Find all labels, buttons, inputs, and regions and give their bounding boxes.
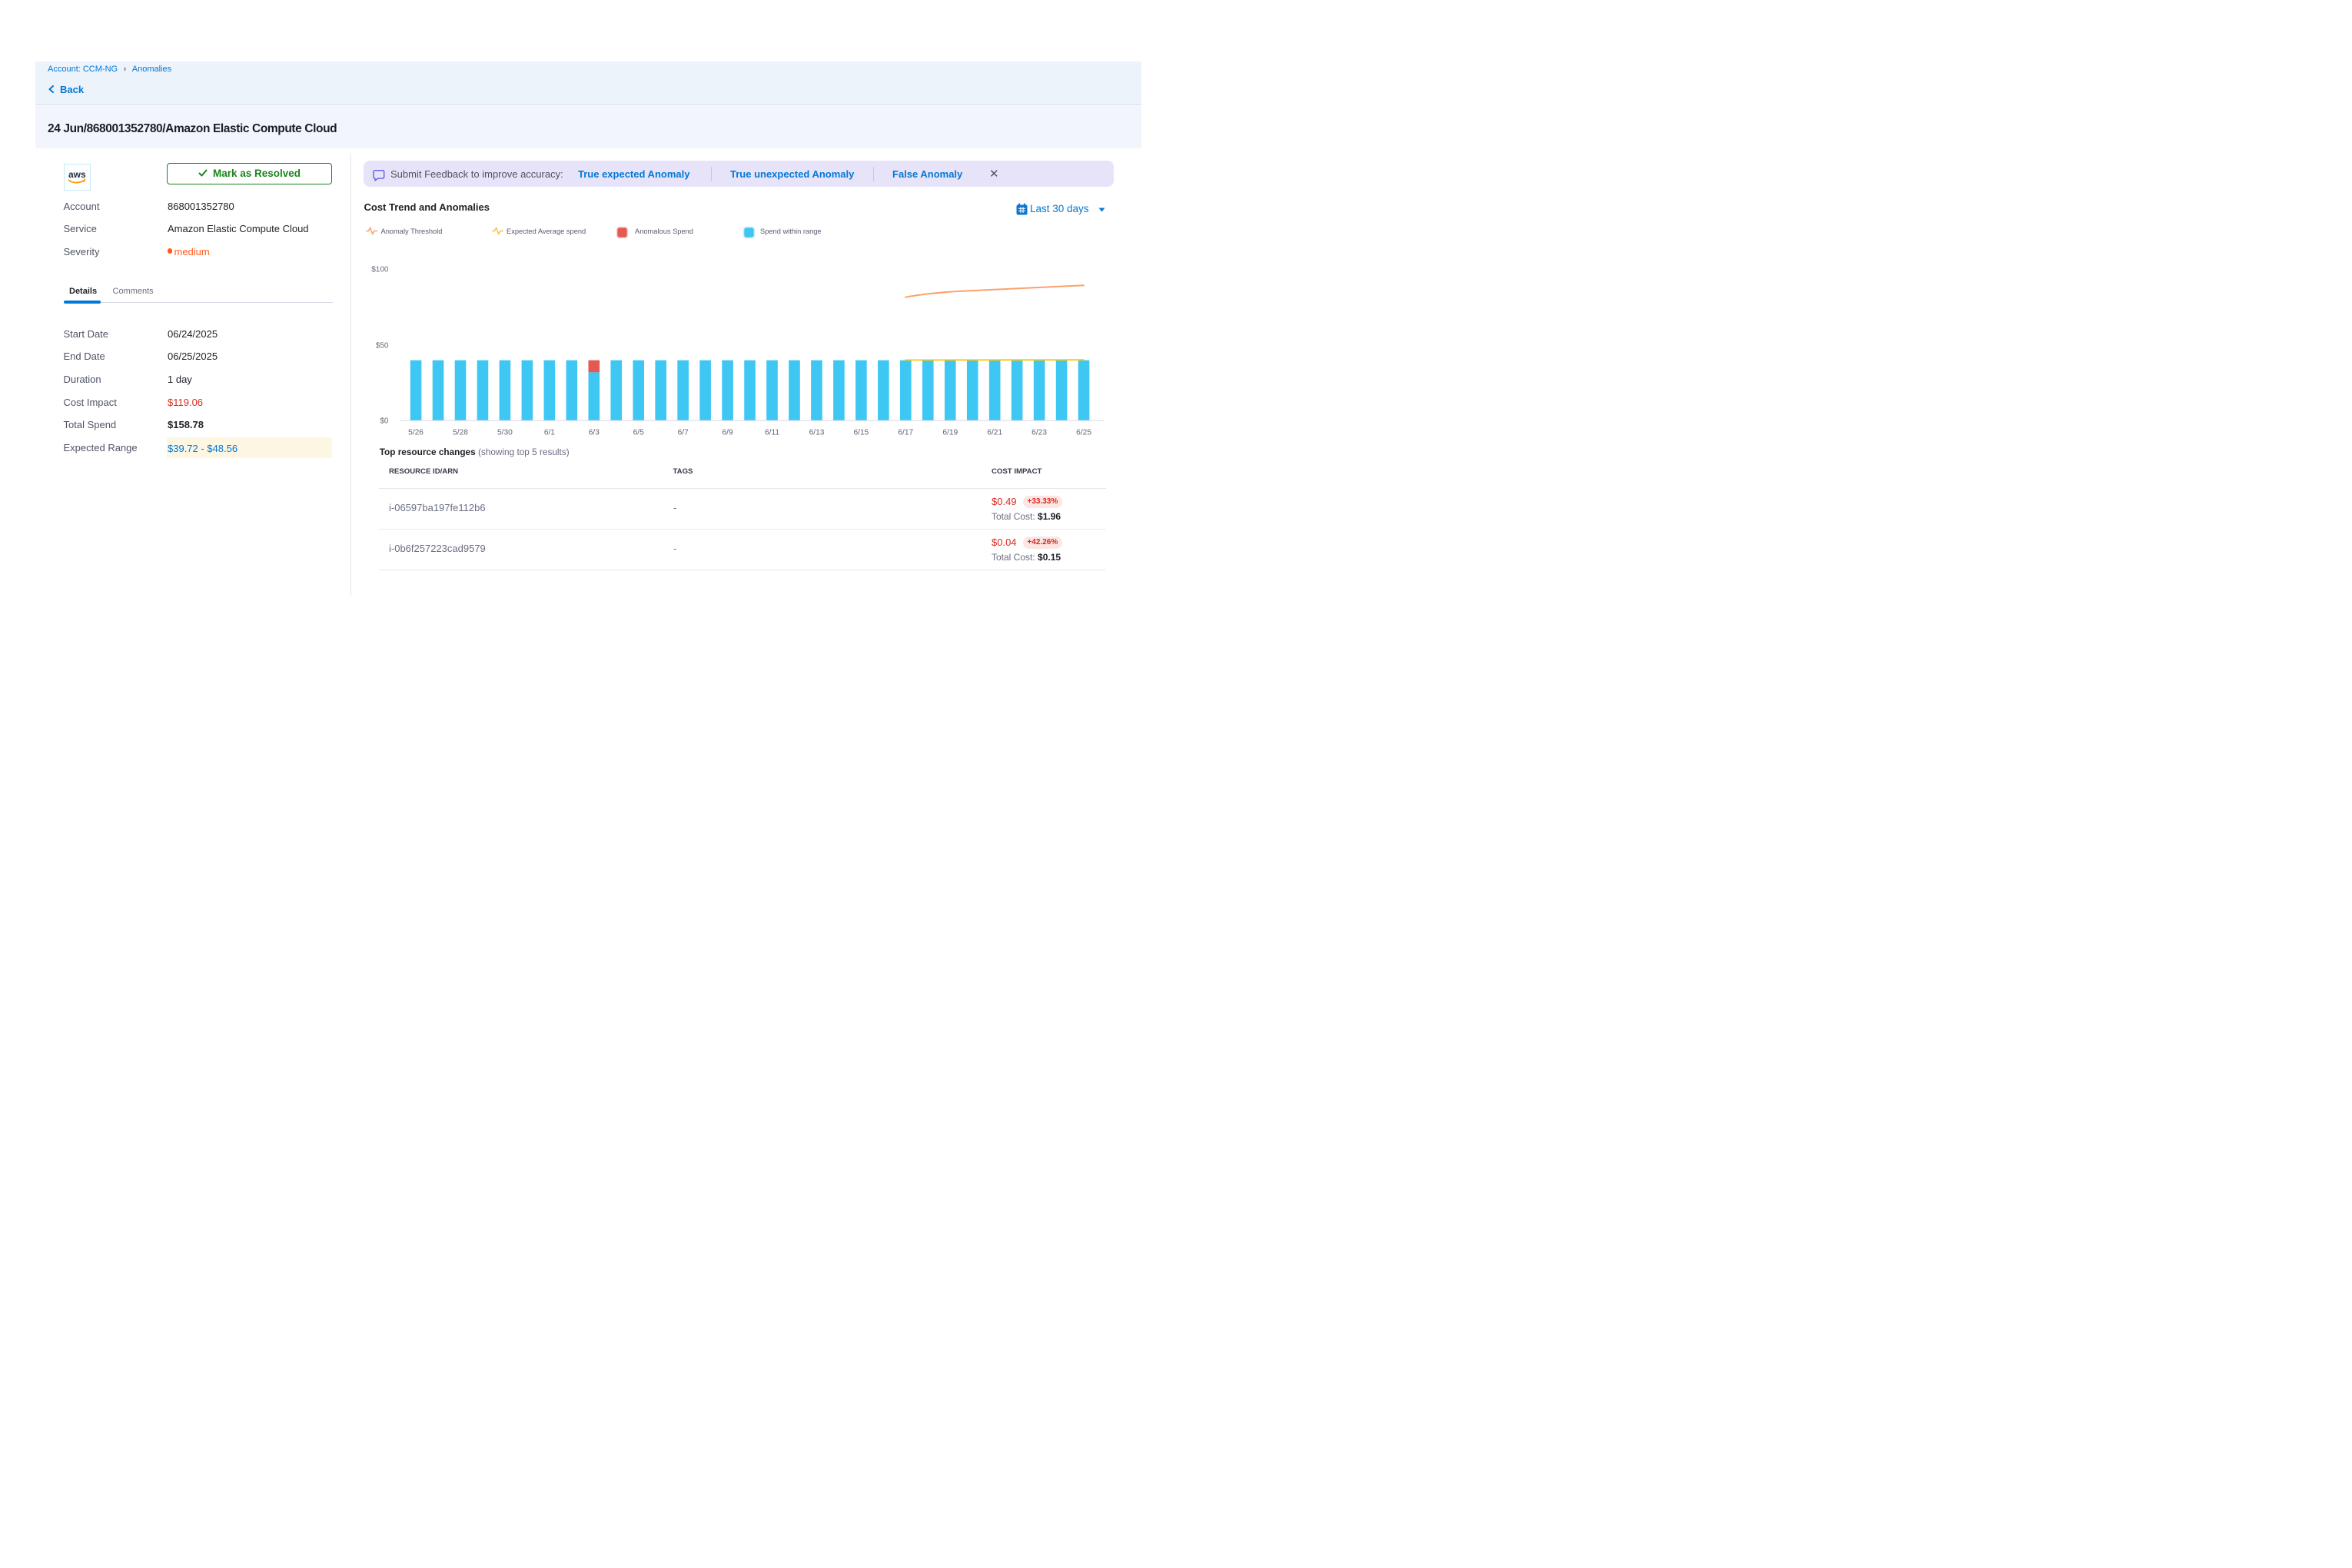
svg-text:6/3: 6/3 xyxy=(589,428,600,437)
svg-text:6/5: 6/5 xyxy=(633,428,644,437)
svg-text:5/30: 5/30 xyxy=(497,428,513,437)
svg-text:6/7: 6/7 xyxy=(678,428,689,437)
svg-text:6/9: 6/9 xyxy=(723,428,733,437)
svg-text:6/19: 6/19 xyxy=(942,428,958,437)
svg-text:6/15: 6/15 xyxy=(853,428,869,437)
svg-text:6/13: 6/13 xyxy=(809,428,825,437)
svg-text:6/11: 6/11 xyxy=(765,428,779,437)
svg-text:5/26: 5/26 xyxy=(408,428,424,437)
svg-text:$100: $100 xyxy=(371,266,389,274)
svg-text:$50: $50 xyxy=(376,341,389,350)
svg-text:6/25: 6/25 xyxy=(1076,428,1091,437)
svg-text:6/17: 6/17 xyxy=(898,428,913,437)
svg-text:aws: aws xyxy=(68,169,86,180)
svg-text:$0: $0 xyxy=(380,417,389,426)
svg-text:6/1: 6/1 xyxy=(544,428,555,437)
svg-text:5/28: 5/28 xyxy=(453,428,468,437)
svg-text:6/23: 6/23 xyxy=(1031,428,1047,437)
svg-text:6/21: 6/21 xyxy=(987,428,1002,437)
